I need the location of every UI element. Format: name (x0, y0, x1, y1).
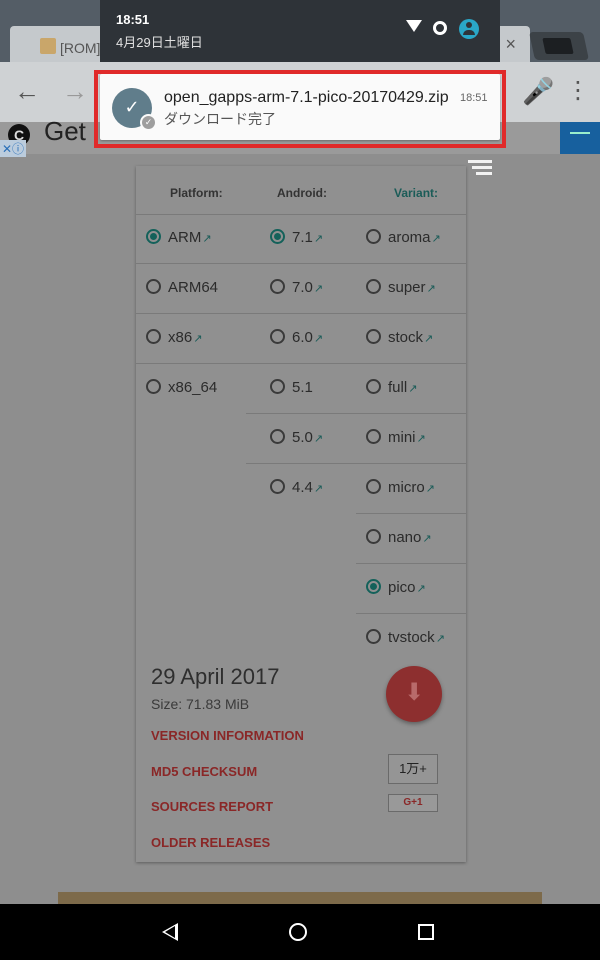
radio-selected-icon[interactable] (366, 579, 381, 594)
recents-nav-icon[interactable] (418, 924, 434, 940)
variant-option[interactable]: tvstock↗ (366, 628, 445, 648)
radio-icon[interactable] (366, 279, 381, 294)
variant-header: Variant: (394, 186, 439, 200)
android-option[interactable]: 5.1 (270, 378, 313, 398)
radio-icon[interactable] (366, 479, 381, 494)
external-link-icon[interactable]: ↗ (436, 633, 445, 645)
external-link-icon[interactable]: ↗ (314, 333, 323, 345)
external-link-icon[interactable]: ↗ (314, 483, 323, 495)
tab-close-icon[interactable]: × (505, 34, 516, 55)
share-count-badge: 1万+ (388, 754, 438, 784)
variant-option[interactable]: stock↗ (366, 328, 433, 348)
android-header: Android: (277, 186, 327, 200)
system-nav-bar (0, 904, 600, 960)
external-link-icon[interactable]: ↗ (193, 333, 202, 345)
variant-option[interactable]: aroma↗ (366, 228, 441, 248)
android-option[interactable]: 6.0↗ (270, 328, 323, 348)
platform-header: Platform: (170, 186, 223, 200)
radio-selected-icon[interactable] (146, 229, 161, 244)
radio-icon[interactable] (366, 629, 381, 644)
radio-icon[interactable] (270, 379, 285, 394)
download-card: Platform: Android: Variant: ARM↗ ARM64 x… (136, 166, 466, 862)
android-option[interactable]: 7.1↗ (270, 228, 323, 248)
favicon-icon (40, 38, 56, 54)
bottom-ad-banner[interactable] (58, 892, 542, 904)
web-page: C Get ✕ⓘ Platform: Android: Variant: ARM… (0, 116, 600, 904)
ad-text: Get (44, 116, 86, 146)
radio-icon[interactable] (366, 379, 381, 394)
radio-selected-icon[interactable] (270, 229, 285, 244)
back-arrow-icon[interactable]: ← (14, 76, 40, 106)
external-link-icon[interactable]: ↗ (424, 333, 433, 345)
radio-icon[interactable] (146, 279, 161, 294)
release-size: Size: 71.83 MiB (151, 696, 250, 712)
external-link-icon[interactable]: ↗ (422, 533, 431, 545)
highlight-outline (94, 70, 506, 148)
status-time: 18:51 (116, 12, 150, 27)
external-link-icon[interactable]: ↗ (314, 283, 323, 295)
external-link-icon[interactable]: ↗ (202, 233, 211, 245)
external-link-icon[interactable]: ↗ (417, 583, 426, 595)
radio-icon[interactable] (270, 479, 285, 494)
variant-option[interactable]: nano↗ (366, 528, 432, 548)
radio-icon[interactable] (146, 329, 161, 344)
download-icon: ⬇ (403, 679, 425, 706)
overflow-menu-icon[interactable]: ⋮ (566, 76, 590, 106)
ad-close-icon[interactable]: ✕ⓘ (0, 140, 27, 157)
android-option[interactable]: 4.4↗ (270, 478, 323, 498)
wifi-icon (406, 20, 422, 32)
status-date[interactable]: 4月29日土曜日 (116, 32, 203, 51)
tab-title: [ROM] (60, 40, 101, 56)
microphone-icon[interactable]: 🎤 (522, 76, 554, 106)
download-button[interactable]: ⬇ (386, 666, 442, 722)
release-date: 29 April 2017 (151, 664, 280, 689)
back-nav-icon[interactable] (162, 923, 178, 941)
sync-icon (433, 21, 447, 35)
sources-report-link[interactable]: SOURCES REPORT (151, 799, 273, 814)
external-link-icon[interactable]: ↗ (426, 483, 435, 495)
variant-option[interactable]: full↗ (366, 378, 417, 398)
external-link-icon[interactable]: ↗ (314, 233, 323, 245)
platform-option[interactable]: x86_64 (146, 378, 217, 398)
radio-icon[interactable] (366, 329, 381, 344)
variant-option[interactable]: mini↗ (366, 428, 426, 448)
google-plus-button[interactable]: G+1 (388, 794, 438, 812)
external-link-icon[interactable]: ↗ (417, 433, 426, 445)
android-option[interactable]: 5.0↗ (270, 428, 323, 448)
radio-icon[interactable] (146, 379, 161, 394)
external-link-icon[interactable]: ↗ (314, 433, 323, 445)
notification-shade-header: 18:51 4月29日土曜日 (100, 0, 500, 62)
radio-icon[interactable] (270, 429, 285, 444)
forward-arrow-icon[interactable]: → (62, 76, 88, 106)
platform-option[interactable]: x86↗ (146, 328, 202, 348)
account-icon[interactable] (459, 19, 479, 39)
variant-option[interactable]: super↗ (366, 278, 436, 298)
ad-download-icon[interactable] (560, 122, 600, 154)
version-information-link[interactable]: VERSION INFORMATION (151, 728, 304, 743)
older-releases-link[interactable]: OLDER RELEASES (151, 835, 270, 850)
android-option[interactable]: 7.0↗ (270, 278, 323, 298)
external-link-icon[interactable]: ↗ (408, 383, 417, 395)
platform-option[interactable]: ARM↗ (146, 228, 212, 248)
radio-icon[interactable] (366, 229, 381, 244)
external-link-icon[interactable]: ↗ (427, 283, 436, 295)
radio-icon[interactable] (270, 279, 285, 294)
md5-checksum-link[interactable]: MD5 CHECKSUM (151, 764, 257, 779)
radio-icon[interactable] (366, 529, 381, 544)
platform-option[interactable]: ARM64 (146, 278, 218, 298)
page-menu-icon[interactable] (468, 160, 492, 178)
new-tab-button[interactable] (529, 32, 589, 60)
home-nav-icon[interactable] (289, 923, 307, 941)
external-link-icon[interactable]: ↗ (432, 233, 441, 245)
radio-icon[interactable] (366, 429, 381, 444)
variant-option[interactable]: micro↗ (366, 478, 435, 498)
radio-icon[interactable] (270, 329, 285, 344)
variant-option[interactable]: pico↗ (366, 578, 426, 598)
